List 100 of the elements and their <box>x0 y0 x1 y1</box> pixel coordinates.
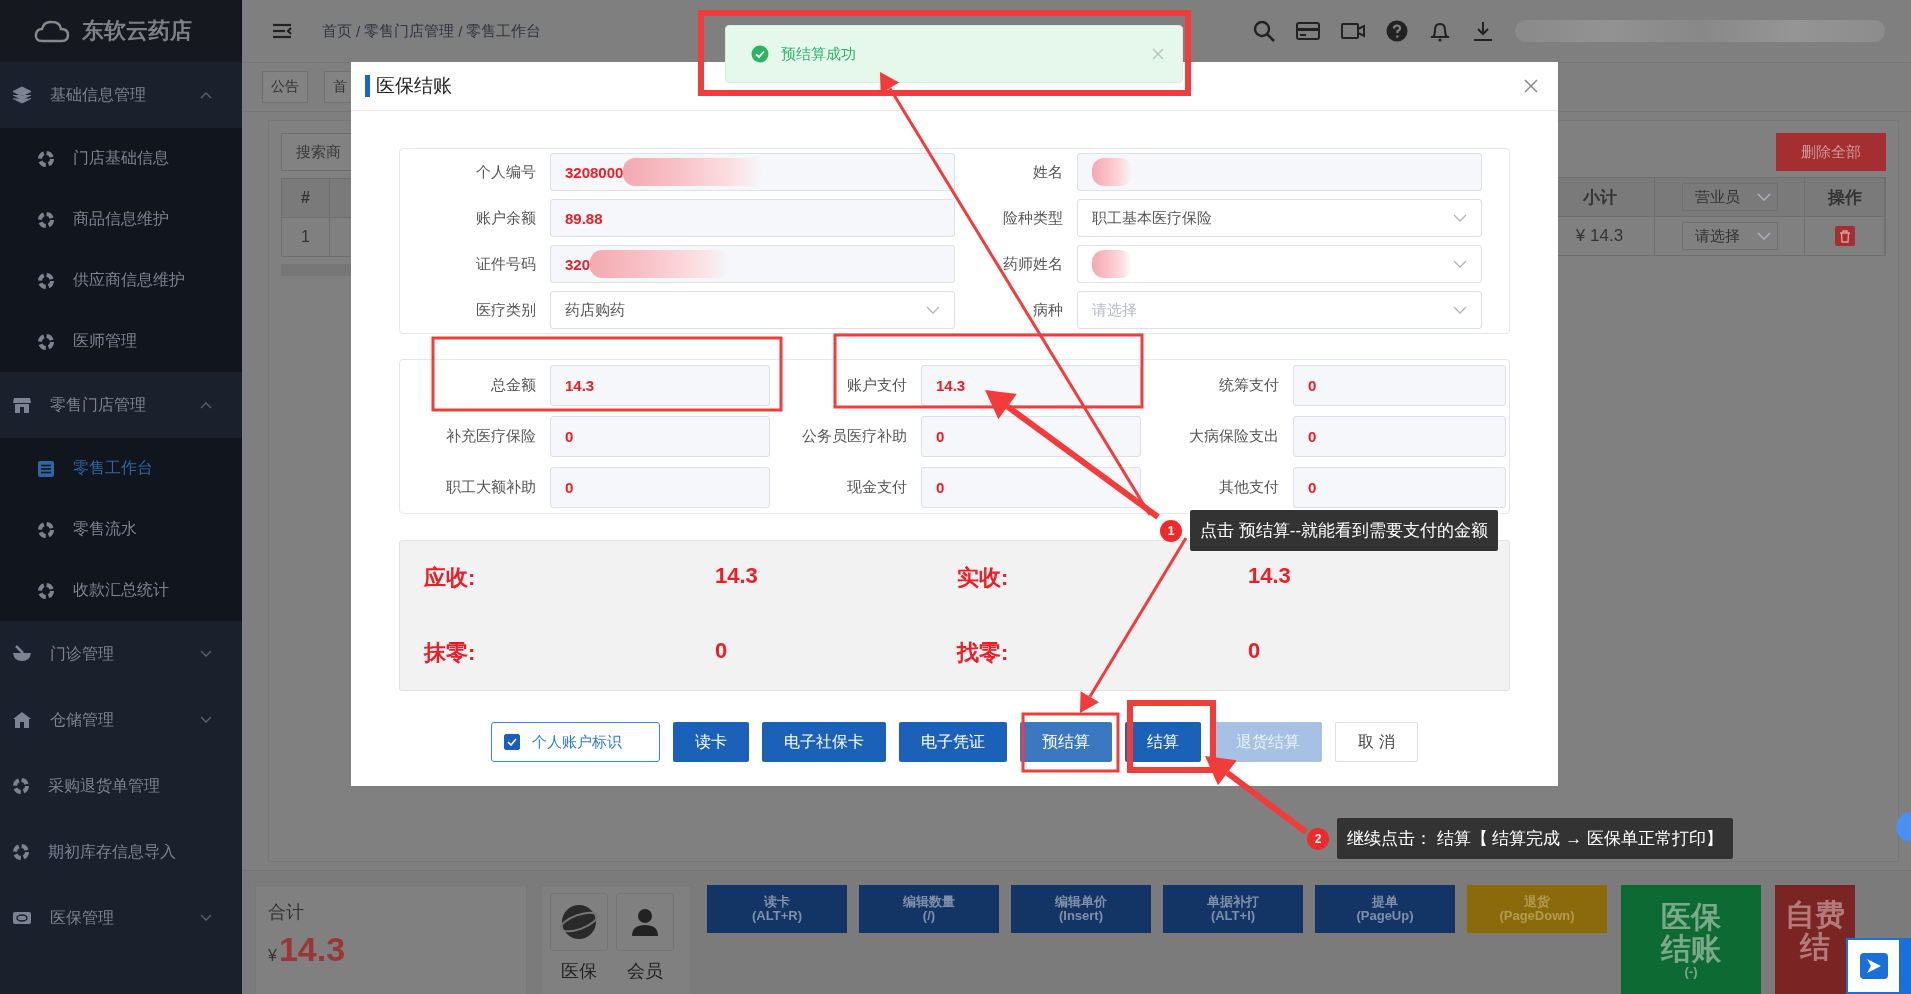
person-icon <box>629 906 661 938</box>
table-header: # <box>282 179 330 218</box>
lifebuoy-icon <box>12 777 30 795</box>
chevron-down-icon <box>1453 214 1467 222</box>
input-field[interactable]: 0 <box>1293 365 1506 406</box>
breadcrumb-link[interactable]: 首页 <box>322 21 352 41</box>
summary-value: 0 <box>1248 637 1261 663</box>
sidebar-item[interactable]: 零售门店管理 <box>0 372 242 438</box>
salesperson-select[interactable]: 营业员 <box>1681 183 1778 211</box>
shortcut-button[interactable]: 编辑数量 (/) <box>859 885 999 933</box>
checkout-button[interactable]: 医保结账 (-) <box>1621 885 1761 994</box>
sidebar-subitem[interactable]: 供应商信息维护 <box>0 250 242 311</box>
chevron-down-icon <box>1756 232 1771 240</box>
field-label: 补充医疗保险 <box>445 426 537 446</box>
sidebar-item[interactable]: 采购退货单管理 <box>0 753 242 819</box>
sidebar-subitem[interactable]: 商品信息维护 <box>0 189 242 250</box>
dialog-button[interactable]: 电子社保卡 <box>762 722 887 762</box>
input-field[interactable]: 0 <box>1293 416 1506 457</box>
input-field[interactable]: 0 <box>550 416 770 457</box>
checkout-button[interactable]: 自费结 <box>1775 885 1855 994</box>
chat-icon <box>1858 952 1889 980</box>
field-label: 总金额 <box>490 375 537 395</box>
input-field[interactable] <box>1077 153 1482 191</box>
chevron-down-icon <box>926 306 940 314</box>
title-accent <box>365 75 370 97</box>
video-camera-icon <box>1341 21 1365 41</box>
currency-symbol: ¥ <box>268 947 277 965</box>
sidebar-subitem[interactable]: 收款汇总统计 <box>0 560 242 621</box>
dialog-button[interactable]: 结算 <box>1125 722 1202 762</box>
shortcut-button[interactable]: 单据补打 (ALT+I) <box>1163 885 1303 933</box>
lifebuoy-icon <box>12 843 30 861</box>
redaction-blur <box>1092 250 1132 278</box>
lifebuoy-icon <box>37 520 55 539</box>
field-label: 大病保险支出 <box>1188 426 1280 446</box>
dialog-title: 医保结账 <box>376 74 453 98</box>
sidebar-subitem[interactable]: 门店基础信息 <box>0 128 242 189</box>
sidebar-item[interactable]: 基础信息管理 <box>0 62 242 128</box>
chevron-down-icon <box>200 716 212 724</box>
input-field[interactable]: 0 <box>550 467 770 508</box>
search-icon <box>1253 20 1275 42</box>
field-label: 病种 <box>1032 299 1064 320</box>
input-field[interactable]: 0 <box>1293 467 1506 508</box>
sidebar-item[interactable]: 期初库存信息导入 <box>0 819 242 885</box>
chevron-up-icon <box>200 91 212 99</box>
account-flag-checkbox[interactable]: 个人账户标识 <box>491 722 661 762</box>
select-field[interactable]: 药店购药 <box>550 291 955 329</box>
field-label: 公务员医疗补助 <box>801 426 908 446</box>
dialog-button[interactable]: 取 消 <box>1335 722 1418 762</box>
page-tab[interactable]: 公告 <box>262 71 308 103</box>
annotation-tooltip: 继续点击： 结算【 结算完成 → 医保单正常打印】 <box>1337 818 1733 859</box>
mortar-icon <box>12 645 32 663</box>
select-field[interactable]: 职工基本医疗保险 <box>1077 199 1482 237</box>
shortcut-button[interactable]: 提单 (PageUp) <box>1315 885 1455 933</box>
quick-button[interactable] <box>616 893 674 951</box>
sidebar-item[interactable]: 仓储管理 <box>0 687 242 753</box>
quick-button[interactable] <box>550 893 608 951</box>
help-icon <box>1386 20 1408 42</box>
field-label: 职工大额补助 <box>445 477 537 497</box>
redaction-blur <box>1092 158 1132 186</box>
dialog-button[interactable]: 预结算 <box>1020 722 1113 762</box>
input-field[interactable]: 89.88 <box>550 199 955 237</box>
lifebuoy-icon <box>37 332 55 351</box>
annotation-tooltip: 点击 预结算--就能看到需要支付的金额 <box>1190 510 1499 551</box>
shortcut-button[interactable]: 读卡 (ALT+R) <box>707 885 847 933</box>
house-icon <box>12 711 32 729</box>
chat-widget[interactable] <box>1846 938 1911 994</box>
sidebar-subitem[interactable]: 零售流水 <box>0 499 242 560</box>
input-field[interactable]: 14.3 <box>550 365 770 406</box>
input-field[interactable]: 320 <box>550 245 955 283</box>
breadcrumb-link[interactable]: 零售门店管理 <box>364 21 455 41</box>
field-label: 账户余额 <box>475 207 537 228</box>
dialog-button[interactable]: 电子凭证 <box>899 722 1008 762</box>
sidebar-item[interactable]: 门诊管理 <box>0 621 242 687</box>
layers-icon <box>12 86 32 104</box>
summary-label: 抹零: <box>424 639 476 665</box>
input-field[interactable]: 14.3 <box>921 365 1141 406</box>
input-field[interactable]: 0 <box>921 467 1141 508</box>
input-field[interactable]: 3208000 <box>550 153 955 191</box>
card-icon <box>1296 21 1320 41</box>
toast-message: 预结算成功 <box>781 44 857 64</box>
breadcrumb-link[interactable]: 零售工作台 <box>466 21 542 41</box>
delete-all-button[interactable]: 删除全部 <box>1776 133 1886 171</box>
bell-icon <box>1429 20 1451 42</box>
sidebar-subitem[interactable]: 医师管理 <box>0 311 242 372</box>
logo-text: 东软云药店 <box>82 17 192 45</box>
shortcut-button[interactable]: 编辑单价 (Insert) <box>1011 885 1151 933</box>
table-cell: 1 <box>282 218 330 256</box>
lifebuoy-icon <box>37 149 55 168</box>
sidebar-item[interactable]: 医保管理 <box>0 885 242 951</box>
input-field[interactable]: 0 <box>921 416 1141 457</box>
summary-label: 找零: <box>957 639 1009 665</box>
lifebuoy-icon <box>37 581 55 600</box>
sidebar-subitem[interactable]: 零售工作台 <box>0 438 242 499</box>
salesperson-select[interactable]: 请选择 <box>1681 222 1778 250</box>
dialog-button[interactable]: 读卡 <box>673 722 750 762</box>
close-icon <box>1524 79 1538 93</box>
summary-label: 应收: <box>424 565 476 591</box>
delete-icon[interactable] <box>1834 226 1855 246</box>
select-field[interactable] <box>1077 245 1482 283</box>
chevron-up-icon <box>200 401 212 409</box>
